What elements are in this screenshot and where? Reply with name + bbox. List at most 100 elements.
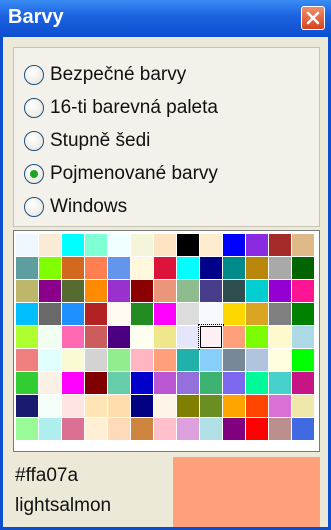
color-cell[interactable]	[292, 395, 314, 417]
color-cell[interactable]	[177, 349, 199, 371]
color-cell[interactable]	[39, 372, 61, 394]
color-cell[interactable]	[16, 280, 38, 302]
color-cell[interactable]	[223, 372, 245, 394]
color-cell[interactable]	[85, 234, 107, 256]
color-cell[interactable]	[269, 395, 291, 417]
color-cell[interactable]	[85, 257, 107, 279]
color-cell[interactable]	[108, 395, 130, 417]
color-cell[interactable]	[108, 349, 130, 371]
color-cell[interactable]	[16, 234, 38, 256]
color-cell[interactable]	[108, 418, 130, 440]
radio-button[interactable]	[24, 98, 44, 118]
color-cell[interactable]	[223, 257, 245, 279]
color-cell[interactable]	[154, 234, 176, 256]
color-cell[interactable]	[16, 418, 38, 440]
color-cell[interactable]	[39, 395, 61, 417]
color-cell[interactable]	[154, 418, 176, 440]
option-grayscale[interactable]: Stupně šedi	[24, 126, 150, 156]
color-cell[interactable]	[200, 280, 222, 302]
color-cell[interactable]	[246, 280, 268, 302]
close-button[interactable]	[301, 6, 325, 30]
color-cell[interactable]	[39, 418, 61, 440]
color-cell[interactable]	[39, 303, 61, 325]
color-cell[interactable]	[292, 280, 314, 302]
color-cell[interactable]	[246, 303, 268, 325]
color-cell[interactable]	[131, 395, 153, 417]
color-cell[interactable]	[154, 372, 176, 394]
color-cell[interactable]	[223, 280, 245, 302]
color-cell[interactable]	[39, 349, 61, 371]
color-cell[interactable]	[269, 234, 291, 256]
option-named-colors[interactable]: Pojmenované barvy	[24, 159, 218, 189]
color-cell[interactable]	[131, 303, 153, 325]
color-cell[interactable]	[292, 326, 314, 348]
color-cell[interactable]	[62, 303, 84, 325]
color-cell[interactable]	[177, 418, 199, 440]
color-cell[interactable]	[177, 234, 199, 256]
color-cell[interactable]	[177, 303, 199, 325]
color-cell[interactable]	[85, 280, 107, 302]
color-cell[interactable]	[39, 234, 61, 256]
color-cell[interactable]	[200, 372, 222, 394]
color-cell[interactable]	[131, 418, 153, 440]
color-cell[interactable]	[269, 303, 291, 325]
color-cell[interactable]	[16, 257, 38, 279]
color-cell[interactable]	[39, 326, 61, 348]
color-cell[interactable]	[292, 418, 314, 440]
color-cell[interactable]	[85, 418, 107, 440]
color-cell[interactable]	[16, 326, 38, 348]
color-cell[interactable]	[131, 349, 153, 371]
color-cell[interactable]	[269, 326, 291, 348]
color-cell[interactable]	[62, 418, 84, 440]
color-cell[interactable]	[177, 280, 199, 302]
color-cell[interactable]	[39, 280, 61, 302]
color-cell[interactable]	[223, 326, 245, 348]
color-cell[interactable]	[108, 372, 130, 394]
color-cell[interactable]	[154, 395, 176, 417]
color-cell[interactable]	[177, 372, 199, 394]
color-cell[interactable]	[154, 349, 176, 371]
color-cell[interactable]	[200, 234, 222, 256]
color-cell[interactable]	[223, 418, 245, 440]
option-windows[interactable]: Windows	[24, 192, 127, 222]
radio-button-checked[interactable]	[24, 164, 44, 184]
color-cell[interactable]	[39, 257, 61, 279]
color-cell[interactable]	[131, 326, 153, 348]
color-cell[interactable]	[62, 234, 84, 256]
color-cell[interactable]	[200, 395, 222, 417]
selected-color-cell[interactable]	[198, 324, 224, 350]
color-cell[interactable]	[108, 280, 130, 302]
color-cell[interactable]	[246, 326, 268, 348]
color-cell[interactable]	[223, 395, 245, 417]
color-cell[interactable]	[154, 257, 176, 279]
color-cell[interactable]	[269, 418, 291, 440]
color-cell[interactable]	[154, 326, 176, 348]
color-cell[interactable]	[246, 372, 268, 394]
color-cell[interactable]	[292, 234, 314, 256]
radio-button[interactable]	[24, 197, 44, 217]
color-cell[interactable]	[131, 234, 153, 256]
color-cell[interactable]	[154, 303, 176, 325]
color-cell[interactable]	[62, 257, 84, 279]
title-bar[interactable]: Barvy	[0, 0, 331, 37]
color-cell[interactable]	[62, 326, 84, 348]
color-cell[interactable]	[246, 349, 268, 371]
color-cell[interactable]	[292, 372, 314, 394]
color-cell[interactable]	[246, 418, 268, 440]
color-cell[interactable]	[108, 257, 130, 279]
color-cell[interactable]	[246, 234, 268, 256]
color-cell[interactable]	[16, 372, 38, 394]
color-cell[interactable]	[16, 395, 38, 417]
color-cell[interactable]	[85, 303, 107, 325]
color-cell[interactable]	[200, 257, 222, 279]
color-cell[interactable]	[131, 372, 153, 394]
color-cell[interactable]	[16, 349, 38, 371]
color-cell[interactable]	[62, 372, 84, 394]
color-cell[interactable]	[223, 349, 245, 371]
color-cell[interactable]	[62, 349, 84, 371]
color-cell[interactable]	[246, 257, 268, 279]
color-cell[interactable]	[62, 280, 84, 302]
color-cell[interactable]	[85, 349, 107, 371]
color-cell[interactable]	[292, 257, 314, 279]
color-cell[interactable]	[62, 395, 84, 417]
